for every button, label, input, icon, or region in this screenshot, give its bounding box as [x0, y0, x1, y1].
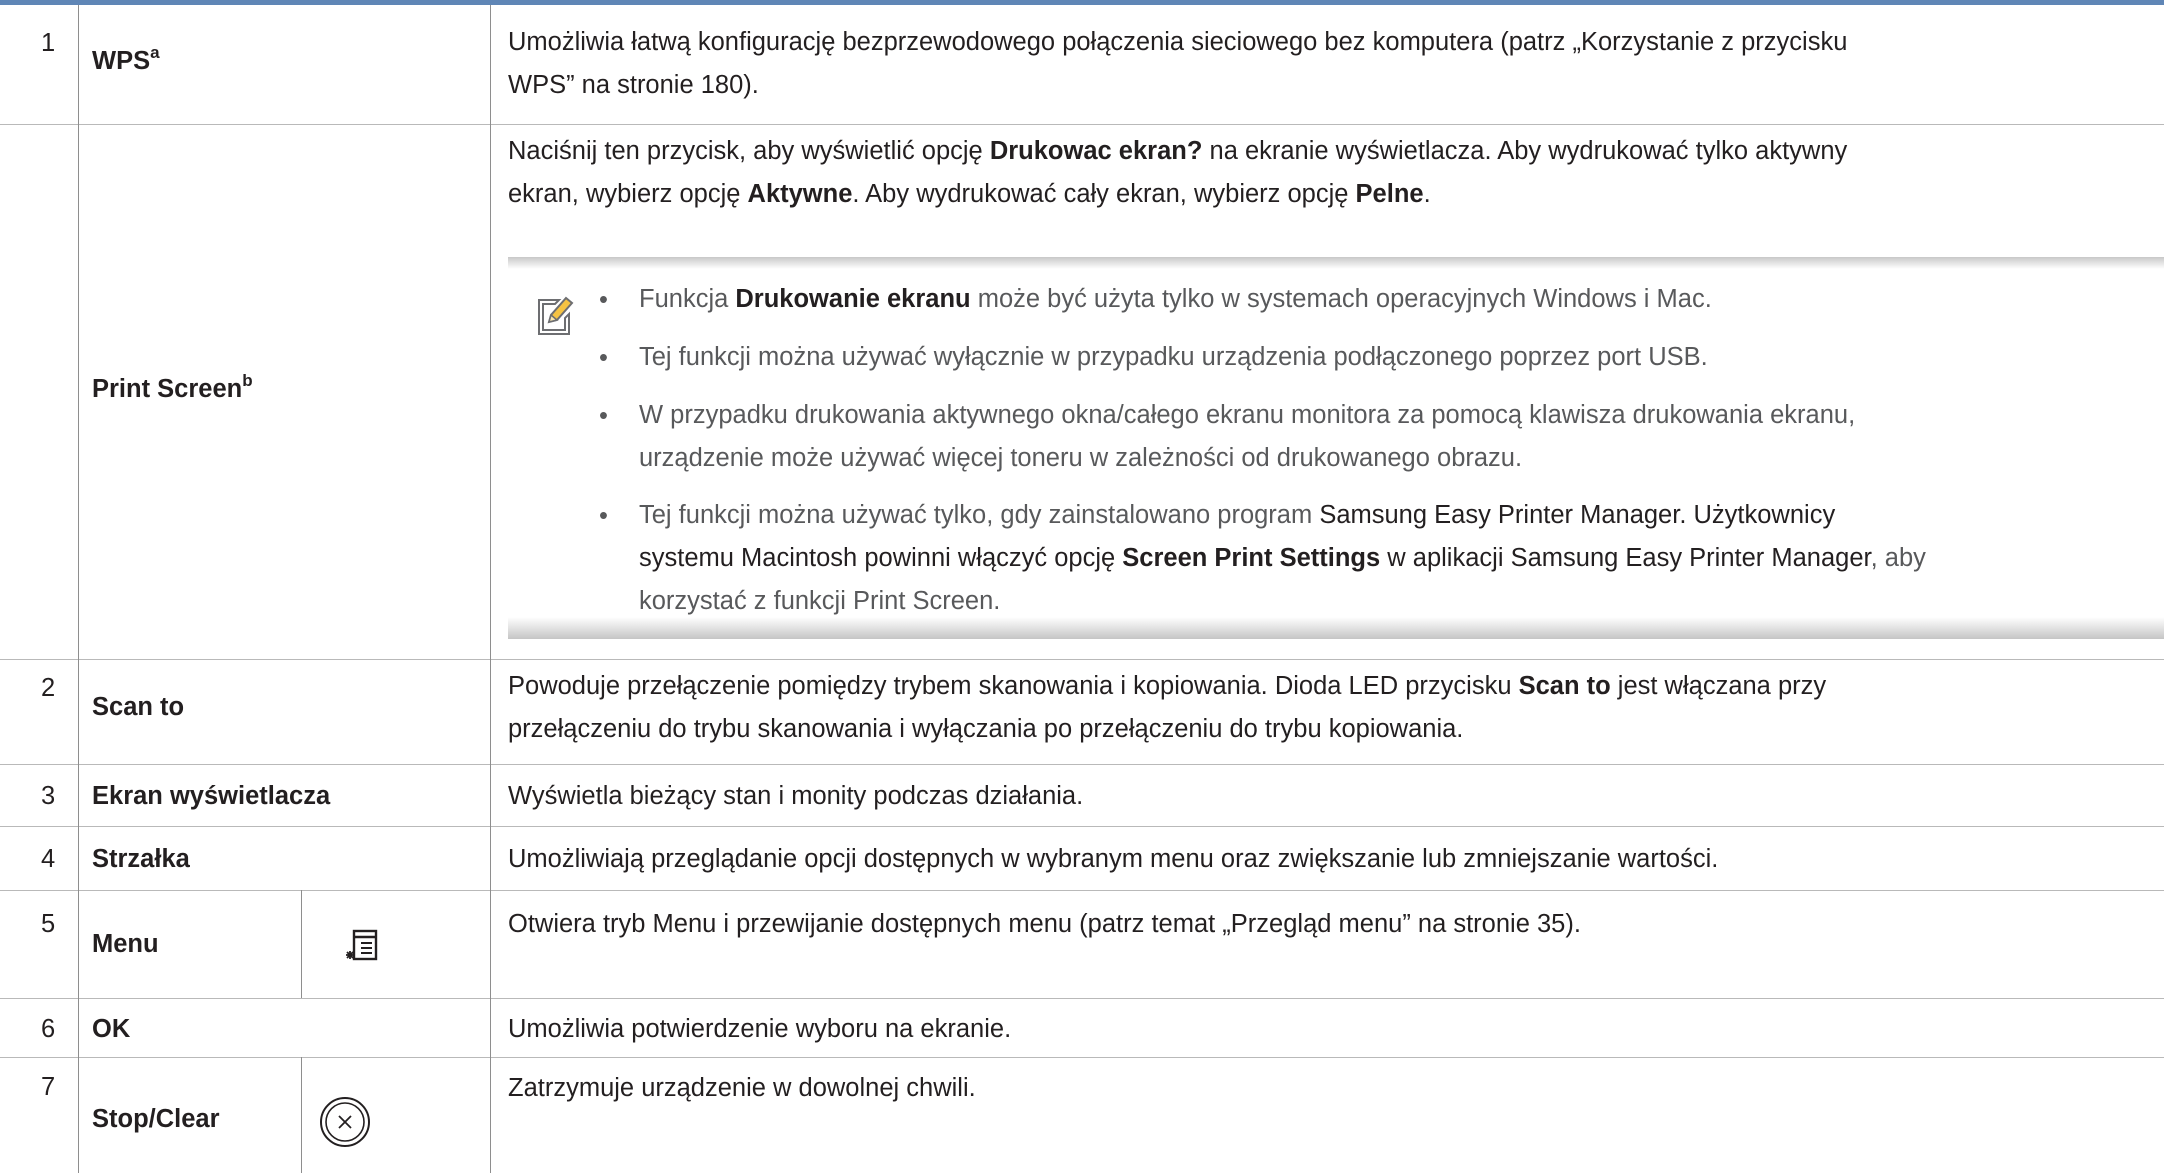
bullet: • [599, 286, 608, 314]
row-label-stop-clear: Stop/Clear [92, 1105, 220, 1133]
row-description: ekran, wybierz opcję Aktywne. Aby wydruk… [508, 180, 1431, 208]
column-divider [78, 5, 79, 1173]
row-number: 2 [41, 674, 56, 702]
note-bullet-text: W przypadku drukowania aktywnego okna/ca… [639, 401, 1856, 429]
note-bullet-text: urządzenie może używać więcej toneru w z… [639, 444, 1523, 472]
bullet: • [599, 344, 608, 372]
row-description: Powoduje przełączenie pomiędzy trybem sk… [508, 672, 1827, 700]
row-description: przełączeniu do trybu skanowania i wyłąc… [508, 715, 1464, 743]
bullet: • [599, 402, 608, 430]
row-description: WPS” na stronie 180). [508, 71, 759, 99]
row-label-wps: WPSa [92, 42, 160, 76]
menu-icon [346, 929, 378, 961]
row-divider [0, 998, 2164, 999]
row-description: Zatrzymuje urządzenie w dowolnej chwili. [508, 1074, 976, 1102]
note-top-shadow [508, 257, 2164, 269]
row-divider [0, 826, 2164, 827]
note-bullet-text: systemu Macintosh powinni włączyć opcję … [639, 544, 1926, 572]
row-divider [78, 124, 2164, 125]
row-label-ok: OK [92, 1015, 131, 1043]
stop-clear-icon [320, 1097, 370, 1147]
row-description: Naciśnij ten przycisk, aby wyświetlić op… [508, 137, 1848, 165]
column-divider [301, 1057, 302, 1173]
note-bullet-text: Funkcja Drukowanie ekranu może być użyta… [639, 285, 1712, 313]
row-number: 4 [41, 845, 56, 873]
row-label-strzalka: Strzałka [92, 845, 190, 873]
row-label-ekran: Ekran wyświetlacza [92, 782, 331, 810]
row-label-menu: Menu [92, 930, 159, 958]
column-divider [490, 5, 491, 1173]
row-divider [0, 1057, 2164, 1058]
row-description: Wyświetla bieżący stan i monity podczas … [508, 782, 1084, 810]
top-rule [0, 0, 2164, 5]
note-bullet-text: Tej funkcji można używać tylko, gdy zain… [639, 501, 1836, 529]
row-number: 5 [41, 910, 56, 938]
bullet: • [599, 502, 608, 530]
note-pencil-icon [538, 296, 574, 335]
note-box: • Funkcja Drukowanie ekranu może być uży… [508, 257, 2164, 639]
row-label-print-screen: Print Screenb [92, 370, 253, 404]
row-description: Umożliwia potwierdzenie wyboru na ekrani… [508, 1015, 1012, 1043]
row-description: Umożliwiają przeglądanie opcji dostępnyc… [508, 845, 1719, 873]
row-number: 6 [41, 1015, 56, 1043]
row-label-scan-to: Scan to [92, 693, 185, 721]
note-bottom-shadow [508, 617, 2164, 639]
row-description: Umożliwia łatwą konfigurację bezprzewodo… [508, 28, 1848, 56]
row-divider [0, 764, 2164, 765]
row-divider [0, 659, 2164, 660]
row-number: 3 [41, 782, 56, 810]
row-number: 1 [41, 29, 56, 57]
note-bullet-text: Tej funkcji można używać wyłącznie w prz… [639, 343, 1708, 371]
column-divider [301, 890, 302, 998]
row-description: Otwiera tryb Menu i przewijanie dostępny… [508, 910, 1581, 938]
row-number: 7 [41, 1073, 56, 1101]
row-divider [0, 890, 2164, 891]
